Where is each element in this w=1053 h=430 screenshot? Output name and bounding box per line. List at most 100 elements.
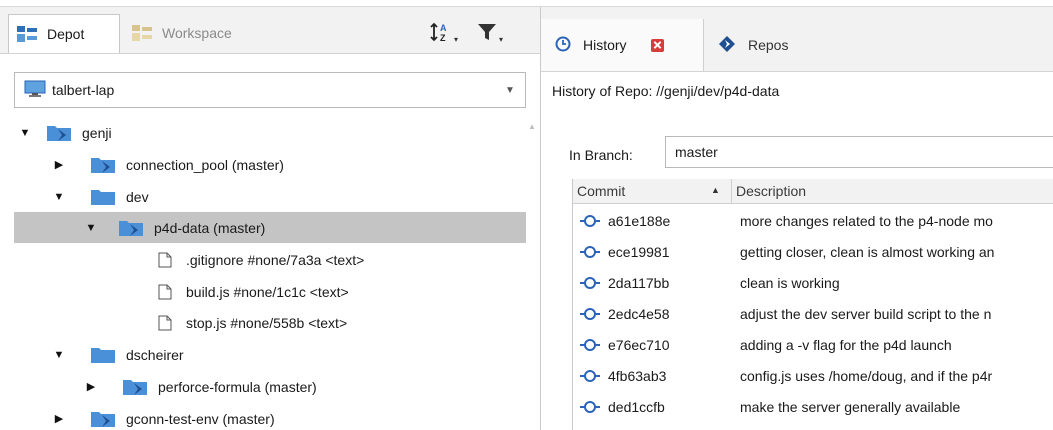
table-row[interactable]: 2da117bb clean is working	[573, 267, 1053, 298]
left-tab-bar: Depot Workspace A Z ▾ ▾	[0, 7, 540, 54]
commit-hash: ece19981	[608, 243, 670, 260]
collapsed-arrow-icon[interactable]: ▶	[52, 412, 66, 425]
workspace-selector-value: talbert-lap	[52, 82, 115, 98]
sort-button[interactable]: A Z ▾	[430, 21, 464, 45]
window-top-strip	[0, 0, 1053, 7]
tree-node-dev[interactable]: ▼ dev	[14, 181, 526, 212]
expanded-arrow-icon[interactable]: ▼	[52, 349, 66, 361]
table-row[interactable]: 2edc4e58 adjust the dev server build scr…	[573, 298, 1053, 329]
tree-node-p4d-data[interactable]: ▼ p4d-data (master)	[14, 212, 526, 243]
repo-diamond-icon	[718, 35, 736, 56]
tree-node-perforce-formula[interactable]: ▶ perforce-formula (master)	[14, 371, 526, 402]
svg-text:A: A	[440, 23, 447, 33]
tree-file-label: .gitignore #none/7a3a <text>	[186, 251, 365, 268]
tree-file-gitignore[interactable]: .gitignore #none/7a3a <text>	[14, 244, 526, 275]
table-row[interactable]: a61e188e more changes related to the p4-…	[573, 205, 1053, 236]
collapsed-arrow-icon[interactable]: ▶	[84, 380, 98, 393]
commit-icon	[580, 338, 600, 352]
commit-hash: 4fb63ab3	[608, 367, 667, 384]
column-header-commit[interactable]: Commit	[577, 183, 625, 199]
commit-icon	[580, 369, 600, 383]
tab-repos[interactable]: Repos	[704, 19, 814, 71]
branch-field-value: master	[675, 144, 718, 160]
commit-icon	[580, 245, 600, 259]
tab-workspace-label: Workspace	[162, 25, 232, 41]
tab-history[interactable]: History	[541, 19, 704, 71]
table-row[interactable]: 4fb63ab3 config.js uses /home/doug, and …	[573, 360, 1053, 391]
collapsed-arrow-icon[interactable]: ▶	[52, 158, 66, 171]
splitter-handle[interactable]	[541, 297, 545, 337]
folder-icon	[90, 345, 116, 365]
tab-repos-label: Repos	[748, 37, 789, 53]
tree-scrollbar[interactable]: ▲	[527, 122, 537, 430]
table-row[interactable]: ded1ccfb make the server generally avail…	[573, 391, 1053, 422]
commit-icon	[580, 400, 600, 414]
folder-icon	[90, 187, 116, 207]
commit-hash: ded1ccfb	[608, 398, 665, 415]
branch-field[interactable]: master	[665, 136, 1053, 168]
table-row[interactable]: ece19981 getting closer, clean is almost…	[573, 236, 1053, 267]
repo-folder-icon	[122, 377, 148, 397]
dropdown-arrow-icon[interactable]: ▼	[495, 85, 525, 96]
workspace-tree-icon	[132, 25, 152, 41]
expanded-arrow-icon[interactable]: ▼	[52, 191, 66, 203]
column-header-description[interactable]: Description	[736, 183, 806, 199]
clock-icon	[555, 36, 571, 55]
tree-node-label: gconn-test-env (master)	[126, 410, 275, 427]
repo-folder-icon	[46, 123, 72, 143]
expanded-arrow-icon[interactable]: ▼	[84, 222, 98, 234]
filter-button[interactable]: ▾	[477, 21, 511, 45]
tree-node-label: connection_pool (master)	[126, 156, 284, 173]
commit-description: getting closer, clean is almost working …	[740, 243, 995, 260]
filter-caret-icon: ▾	[499, 34, 504, 44]
commit-description: adding a -v flag for the p4d launch	[740, 336, 952, 353]
tree-file-stop-js[interactable]: stop.js #none/558b <text>	[14, 307, 526, 338]
tab-history-label: History	[583, 37, 627, 53]
tab-depot-label: Depot	[47, 26, 85, 42]
tab-workspace[interactable]: Workspace	[124, 14, 274, 52]
tree-node-connection-pool[interactable]: ▶ connection_pool (master)	[14, 149, 526, 180]
tree-file-label: build.js #none/1c1c <text>	[186, 283, 349, 300]
tree-node-label: perforce-formula (master)	[158, 378, 317, 395]
filter-icon	[477, 22, 497, 45]
tree-node-dscheirer[interactable]: ▼ dscheirer	[14, 339, 526, 370]
column-divider[interactable]	[731, 179, 732, 203]
history-title: History of Repo: //genji/dev/p4d-data	[552, 83, 780, 99]
sort-az-icon: A Z	[430, 21, 452, 46]
commit-table: Commit ▲ Description a61e188e more chang…	[572, 179, 1053, 430]
repo-folder-icon	[118, 218, 144, 238]
depot-tree-icon	[17, 26, 37, 42]
commit-description: adjust the dev server build script to th…	[740, 305, 992, 322]
tree-node-gconn-test-env[interactable]: ▶ gconn-test-env (master)	[14, 403, 526, 430]
workspace-selector[interactable]: talbert-lap ▼	[14, 72, 526, 108]
sort-ascending-icon[interactable]: ▲	[711, 185, 720, 195]
depot-panel: Depot Workspace A Z ▾ ▾ talbert-lap ▼ ▼ …	[0, 7, 541, 430]
commit-description: more changes related to the p4-node mo	[740, 212, 993, 229]
expanded-arrow-icon[interactable]: ▼	[18, 127, 32, 139]
file-icon	[158, 252, 172, 268]
svg-text:Z: Z	[440, 33, 446, 43]
commit-icon	[580, 276, 600, 290]
commit-description: config.js uses /home/doug, and if the p4…	[740, 367, 993, 384]
tree-node-genji[interactable]: ▼ genji	[14, 117, 526, 148]
close-tab-icon[interactable]	[650, 38, 664, 52]
repo-folder-icon	[90, 155, 116, 175]
commit-description: make the server generally available	[740, 398, 961, 415]
commit-hash: 2da117bb	[608, 274, 670, 291]
tree-node-label: genji	[82, 124, 112, 141]
table-row[interactable]: e76ec710 adding a -v flag for the p4d la…	[573, 329, 1053, 360]
tree-file-build-js[interactable]: build.js #none/1c1c <text>	[14, 276, 526, 307]
scroll-up-icon[interactable]: ▲	[528, 122, 536, 131]
computer-icon	[24, 80, 46, 101]
commit-table-header: Commit ▲ Description	[573, 179, 1053, 204]
commit-hash: a61e188e	[608, 212, 671, 229]
tab-depot[interactable]: Depot	[8, 14, 120, 53]
sort-caret-icon: ▾	[454, 34, 459, 44]
tree-file-label: stop.js #none/558b <text>	[186, 314, 348, 331]
history-panel: History Repos History of Repo: //genji/d…	[541, 7, 1053, 430]
commit-hash: 2edc4e58	[608, 305, 670, 322]
commit-description: clean is working	[740, 274, 840, 291]
tree-node-label: p4d-data (master)	[154, 219, 266, 236]
file-icon	[158, 315, 172, 331]
commit-icon	[580, 214, 600, 228]
